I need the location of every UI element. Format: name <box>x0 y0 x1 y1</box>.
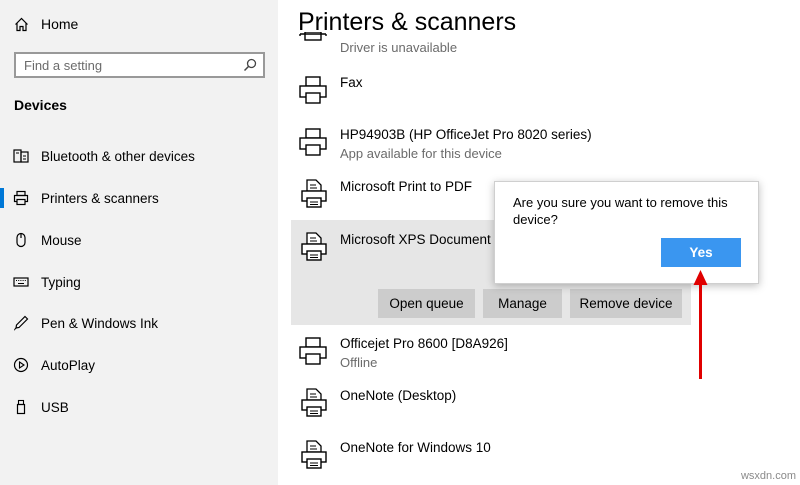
device-item[interactable]: Driver is unavailable <box>298 32 698 56</box>
document-printer-icon <box>301 232 327 261</box>
device-item-officejet[interactable]: Officejet Pro 8600 [D8A926] Offline <box>298 336 698 372</box>
search-box <box>14 52 265 78</box>
sidebar-item-label: AutoPlay <box>41 357 96 373</box>
document-printer-icon <box>301 388 327 417</box>
device-name: Fax <box>340 75 363 90</box>
sidebar-item-label: Pen & Windows Ink <box>41 315 159 331</box>
section-title: Devices <box>14 97 67 113</box>
sidebar-item-pen[interactable]: Pen & Windows Ink <box>0 308 278 338</box>
device-item-onenote-win10[interactable]: OneNote for Windows 10 <box>298 440 698 474</box>
printer-icon <box>299 76 327 104</box>
device-name: OneNote for Windows 10 <box>340 440 491 455</box>
device-item-hp94903b[interactable]: HP94903B (HP OfficeJet Pro 8020 series) … <box>298 127 698 163</box>
sidebar-item-bluetooth[interactable]: Bluetooth & other devices <box>0 141 278 171</box>
device-name: Microsoft XPS Document W <box>340 232 508 247</box>
device-name: Microsoft Print to PDF <box>340 179 473 194</box>
sidebar: Home Devices Bluetooth & other devices P… <box>0 0 278 485</box>
device-item-onenote-desktop[interactable]: OneNote (Desktop) <box>298 388 698 422</box>
device-name: OneNote (Desktop) <box>340 388 457 403</box>
dialog-message: Are you sure you want to remove this dev… <box>513 195 728 227</box>
sidebar-item-label: Printers & scanners <box>41 190 159 206</box>
printer-icon <box>299 337 327 365</box>
home-icon <box>15 17 28 31</box>
printer-icon <box>299 32 327 41</box>
home-label: Home <box>41 16 79 32</box>
usb-icon <box>13 399 29 415</box>
sidebar-item-usb[interactable]: USB <box>0 392 278 422</box>
sidebar-item-label: Mouse <box>41 232 82 248</box>
manage-button[interactable]: Manage <box>483 289 562 318</box>
sidebar-item-mouse[interactable]: Mouse <box>0 225 278 255</box>
printer-icon <box>13 190 29 206</box>
search-icon[interactable] <box>243 58 257 72</box>
remove-device-button[interactable]: Remove device <box>570 289 682 318</box>
watermark: wsxdn.com <box>740 470 796 482</box>
home-link[interactable]: Home <box>14 14 78 34</box>
mouse-icon <box>13 232 29 248</box>
device-item-fax[interactable]: Fax <box>298 75 698 109</box>
sidebar-item-label: USB <box>41 399 69 415</box>
device-name: HP94903B (HP OfficeJet Pro 8020 series) <box>340 127 592 142</box>
open-queue-button[interactable]: Open queue <box>378 289 475 318</box>
sidebar-item-autoplay[interactable]: AutoPlay <box>0 350 278 380</box>
search-input[interactable] <box>16 54 244 76</box>
sidebar-item-label: Typing <box>41 274 81 290</box>
pen-icon <box>13 315 29 331</box>
device-status: Driver is unavailable <box>340 40 458 55</box>
page-title: Printers & scanners <box>298 8 517 36</box>
device-status: Offline <box>340 355 378 370</box>
document-printer-icon <box>301 179 327 208</box>
annotation-arrow <box>693 270 708 379</box>
remove-confirmation-dialog: Are you sure you want to remove this dev… <box>494 181 759 284</box>
printer-icon <box>299 128 327 156</box>
yes-button[interactable]: Yes <box>661 238 741 267</box>
keyboard-icon <box>13 274 29 290</box>
bluetooth-devices-icon <box>13 148 29 164</box>
sidebar-item-typing[interactable]: Typing <box>0 267 278 297</box>
autoplay-icon <box>13 357 29 373</box>
device-name: Officejet Pro 8600 [D8A926] <box>340 336 508 351</box>
document-printer-icon <box>301 440 327 469</box>
device-status: App available for this device <box>340 146 502 161</box>
sidebar-item-label: Bluetooth & other devices <box>41 148 195 164</box>
sidebar-item-printers[interactable]: Printers & scanners <box>0 183 278 213</box>
